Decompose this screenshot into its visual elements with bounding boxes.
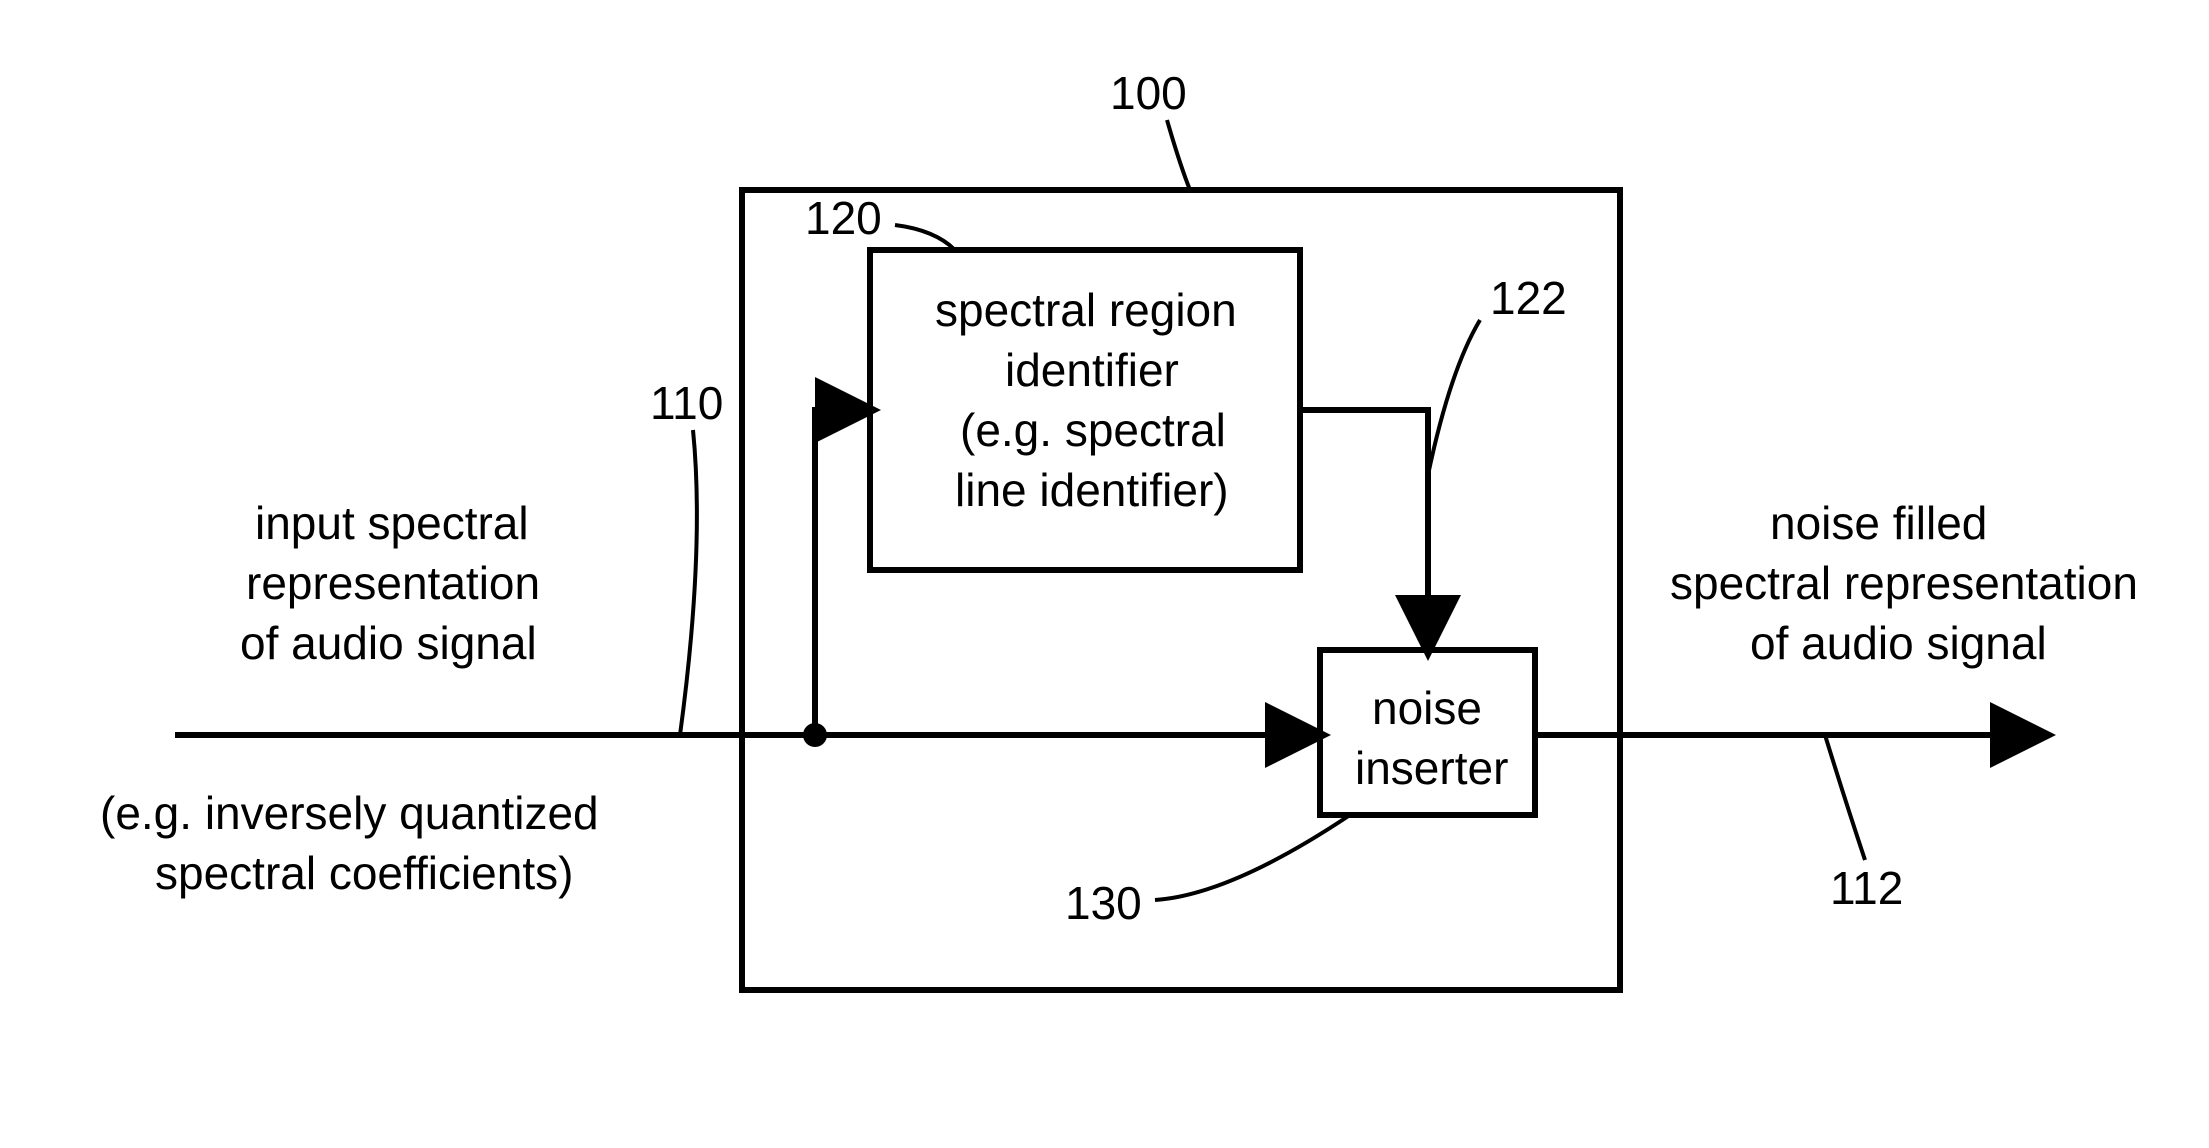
- output-l3: of audio signal: [1750, 615, 2047, 673]
- sri-l2: identifier: [1005, 342, 1179, 400]
- sri-l1: spectral region: [935, 282, 1237, 340]
- input-sub-l2: spectral coefficients): [155, 845, 573, 903]
- ref-100: 100: [1110, 65, 1187, 123]
- ref-130: 130: [1065, 875, 1142, 933]
- sri-l3: (e.g. spectral: [960, 402, 1226, 460]
- input-sub-l1: (e.g. inversely quantized: [100, 785, 599, 843]
- input-label-l1: input spectral: [255, 495, 529, 553]
- diagram-canvas: 100 120 110 122 130 112 input spectral r…: [0, 0, 2209, 1148]
- output-l1: noise filled: [1770, 495, 1987, 553]
- input-label-l2: representation: [246, 555, 540, 613]
- output-l2: spectral representation: [1670, 555, 2138, 613]
- ref-112: 112: [1830, 860, 1903, 918]
- ref-110: 110: [650, 375, 723, 433]
- sri-l4: line identifier): [955, 462, 1229, 520]
- ni-l1: noise: [1372, 680, 1482, 738]
- input-label-l3: of audio signal: [240, 615, 537, 673]
- ref-122: 122: [1490, 270, 1567, 328]
- ref-120: 120: [805, 190, 882, 248]
- ni-l2: inserter: [1355, 740, 1508, 798]
